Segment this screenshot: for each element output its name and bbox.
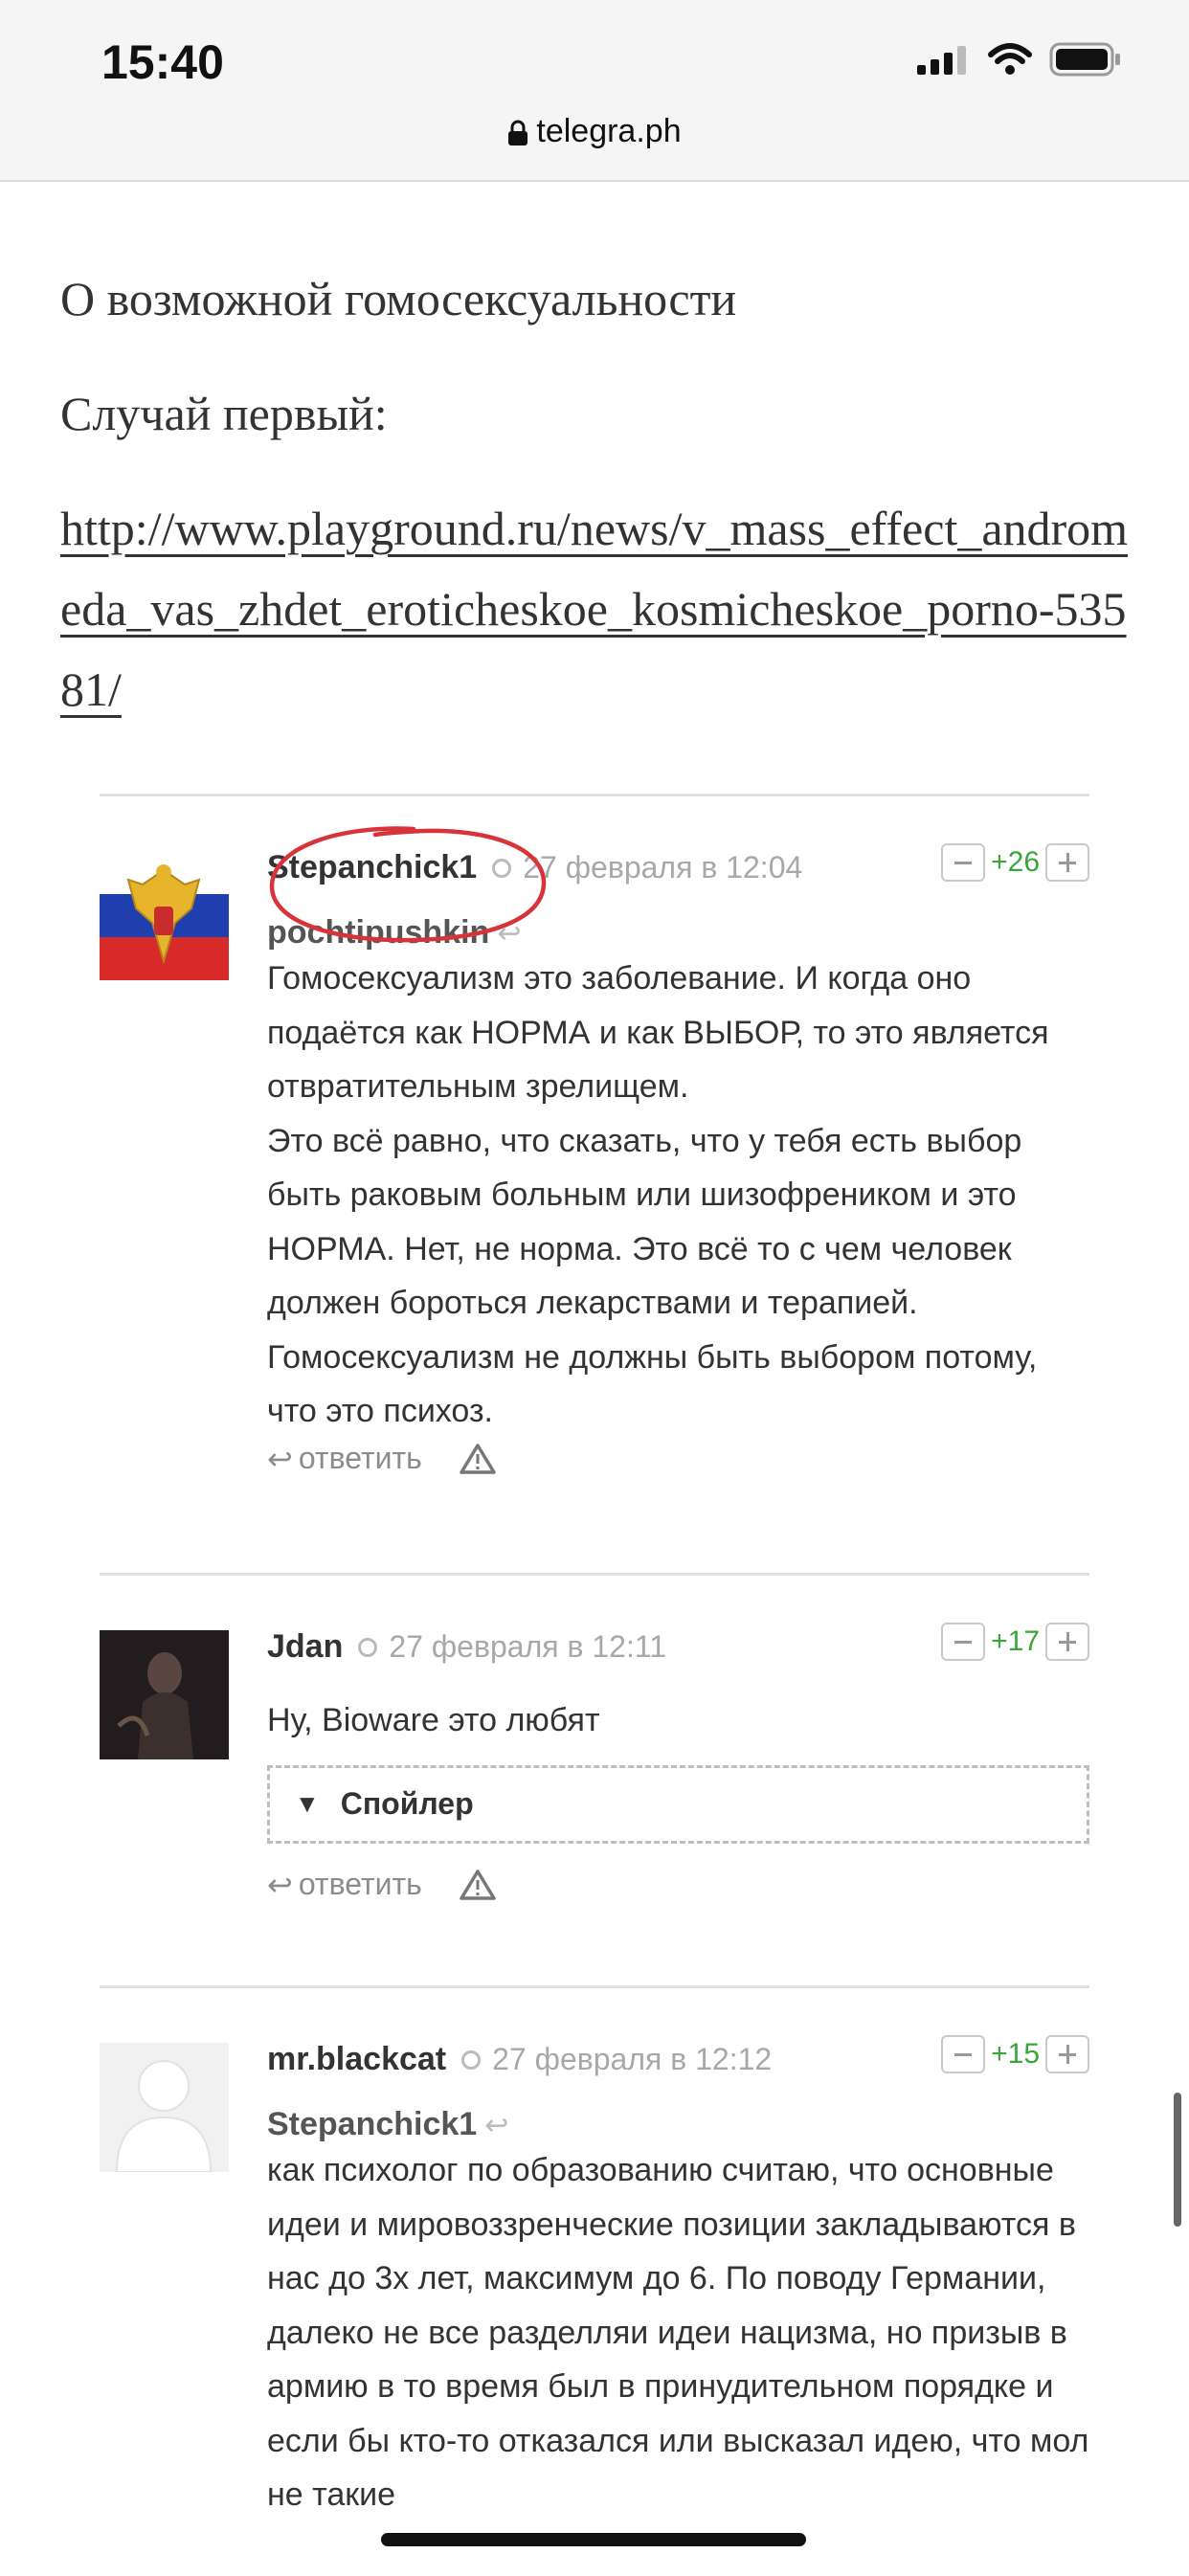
comment-date[interactable]: 27 февраля в 12:12 [492, 2042, 772, 2076]
wifi-icon [988, 43, 1032, 75]
comment-actions: ↩ ответить [267, 1441, 1089, 1477]
comment-meta: Jdan 27 февраля в 12:11 +17 [267, 1623, 1089, 1686]
comment-score: +15 [991, 2038, 1040, 2070]
article-case-label: Случай первый: [60, 387, 388, 440]
reply-arrow-icon: ↩ [267, 1867, 293, 1902]
chevron-down-icon: ▼ [295, 1789, 320, 1818]
upvote-button[interactable] [1045, 843, 1089, 882]
vote-control: +26 [941, 843, 1089, 882]
reply-to: Stepanchick1 ↩ [267, 2106, 1089, 2143]
comment-meta: mr.blackcat 27 февраля в 12:12 +15 [267, 2035, 1089, 2098]
browser-top-bar: 15:40 telegra.ph [0, 0, 1189, 182]
online-status-icon [461, 2050, 482, 2070]
comment-score: +17 [991, 1625, 1040, 1657]
lock-icon [508, 120, 528, 146]
spoiler-label: Спойлер [340, 1786, 474, 1821]
battery-icon [1049, 42, 1120, 77]
home-indicator[interactable] [381, 2533, 806, 2546]
comment-author[interactable]: mr.blackcat [267, 2041, 446, 2077]
address-bar[interactable]: telegra.ph [0, 113, 1189, 150]
reply-arrow-icon: ↩ [484, 2110, 509, 2141]
avatar[interactable] [100, 851, 229, 980]
warning-icon[interactable] [459, 1443, 497, 1475]
reply-label: ответить [298, 1441, 422, 1475]
reply-to-author[interactable]: Stepanchick1 [267, 2106, 477, 2142]
status-time: 15:40 [101, 35, 224, 89]
comment-date[interactable]: 27 февраля в 12:11 [389, 1629, 666, 1664]
comment-actions: ↩ ответить [267, 1867, 1089, 1903]
comment-text: как психолог по образованию считаю, что … [267, 2152, 1089, 2513]
warning-icon[interactable] [459, 1869, 497, 1901]
vote-control: +15 [941, 2035, 1089, 2073]
upvote-button[interactable] [1045, 1623, 1089, 1661]
annotation-circle [269, 826, 547, 943]
comment-author[interactable]: Jdan [267, 1628, 343, 1665]
status-icons [917, 42, 1122, 77]
upvote-button[interactable] [1045, 2035, 1089, 2073]
comment-body: mr.blackcat 27 февраля в 12:12 +15 Stepan… [267, 2035, 1089, 2522]
downvote-button[interactable] [941, 2035, 986, 2073]
vote-control: +17 [941, 1623, 1089, 1661]
comment: Stepanchick1 27 февраля в 12:04 +26 pocht… [100, 794, 1089, 1562]
reply-arrow-icon: ↩ [267, 1441, 293, 1476]
comment-text: Гомосексуализм это заболевание. И когда … [267, 960, 1049, 1429]
article-heading: О возможной гомосексуальности [60, 272, 737, 325]
downvote-button[interactable] [941, 843, 986, 882]
avatar[interactable] [100, 1630, 229, 1759]
spoiler-toggle[interactable]: ▼ Спойлер [267, 1764, 1089, 1844]
comment-body: Jdan 27 февраля в 12:11 +17 Ну, Bioware э… [267, 1623, 1089, 1903]
downvote-button[interactable] [941, 1623, 986, 1661]
comment-date[interactable]: 27 февраля в 12:04 [523, 850, 802, 885]
comment-score: +26 [991, 846, 1040, 878]
url-text: telegra.ph [536, 113, 682, 149]
comment-text: Ну, Bioware это любят [267, 1702, 600, 1738]
reply-button[interactable]: ↩ ответить [267, 1441, 422, 1477]
signal-icon [917, 46, 966, 75]
comment: mr.blackcat 27 февраля в 12:12 +15 Stepan… [100, 1985, 1089, 2576]
article-link[interactable]: http://www.playground.ru/news/v_mass_eff… [60, 502, 1128, 716]
comment: Jdan 27 февраля в 12:11 +17 Ну, Bioware э… [100, 1573, 1089, 1978]
online-status-icon [358, 1637, 378, 1657]
avatar[interactable] [100, 2043, 229, 2172]
scrollbar[interactable] [1174, 2093, 1181, 2227]
article: О возможной гомосексуальности Случай пер… [60, 258, 1133, 729]
reply-label: ответить [298, 1867, 422, 1901]
reply-button[interactable]: ↩ ответить [267, 1867, 422, 1903]
